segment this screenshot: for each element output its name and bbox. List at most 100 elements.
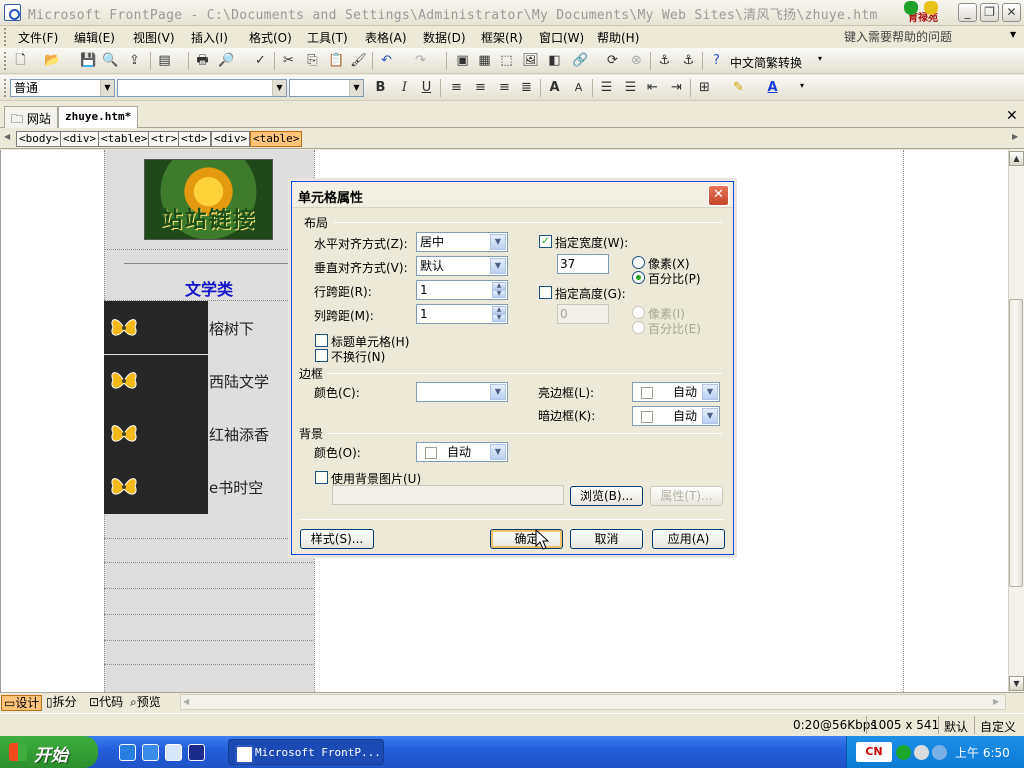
mode-status[interactable]: 默认 bbox=[944, 718, 968, 735]
close-icon[interactable]: ✕ bbox=[1006, 108, 1018, 124]
ime-indicator[interactable]: CN bbox=[856, 742, 892, 762]
halign-select[interactable]: 居中 ▼ bbox=[416, 232, 508, 252]
bold-icon[interactable]: B bbox=[372, 80, 389, 96]
link-eshu[interactable]: e书时空 bbox=[209, 477, 263, 498]
anchor-icon[interactable]: ⚓ bbox=[680, 53, 697, 69]
valign-select[interactable]: 默认 ▼ bbox=[416, 256, 508, 276]
height-input[interactable]: 0 bbox=[557, 304, 609, 324]
font-color-icon[interactable]: A bbox=[764, 80, 781, 96]
rowspan-stepper[interactable]: 1 ▲ ▼ bbox=[416, 280, 508, 300]
tag-td[interactable]: <td> bbox=[178, 131, 211, 147]
menu-help[interactable]: 帮助(H) bbox=[597, 29, 639, 46]
increase-font-icon[interactable]: A bbox=[546, 80, 563, 96]
scrollbar-thumb[interactable] bbox=[1009, 299, 1023, 587]
custom-status[interactable]: 自定义 bbox=[980, 718, 1016, 735]
browse-button[interactable]: 浏览(B)... bbox=[570, 486, 643, 506]
link-rongshuxia[interactable]: 榕树下 bbox=[209, 318, 254, 339]
font-select[interactable]: ▼ bbox=[117, 79, 287, 97]
menu-view[interactable]: 视图(V) bbox=[133, 29, 175, 46]
tag-body[interactable]: <body> bbox=[16, 131, 62, 147]
scroll-down-icon[interactable]: ▼ bbox=[1009, 676, 1024, 691]
anchor-quicklaunch-icon[interactable] bbox=[188, 744, 205, 761]
menu-window[interactable]: 窗口(W) bbox=[539, 29, 584, 46]
publish-icon[interactable]: ⇪ bbox=[126, 53, 143, 69]
preview-icon[interactable]: 🔎 bbox=[218, 53, 235, 69]
tag-div[interactable]: <div> bbox=[60, 131, 100, 147]
scroll-up-icon[interactable]: ▲ bbox=[1009, 151, 1024, 166]
bg-image-path-input[interactable] bbox=[332, 485, 564, 505]
align-center-icon[interactable]: ≡ bbox=[472, 80, 489, 96]
nowrap-checkbox[interactable] bbox=[315, 349, 328, 362]
borders-icon[interactable]: ⊞ bbox=[696, 80, 713, 96]
align-left-icon[interactable]: ≡ bbox=[448, 80, 465, 96]
menu-file[interactable]: 文件(F) bbox=[18, 29, 58, 46]
tag-tr[interactable]: <tr> bbox=[148, 131, 181, 147]
help-dropdown-icon[interactable]: ▼ bbox=[1010, 30, 1016, 39]
width-percent-radio[interactable] bbox=[632, 271, 645, 284]
insert-picture-icon[interactable]: 🖼 bbox=[522, 53, 539, 69]
decrease-indent-icon[interactable]: ⇤ bbox=[644, 80, 661, 96]
hyperlink-icon[interactable]: 🔗 bbox=[572, 53, 589, 69]
ok-button[interactable]: 确定 bbox=[490, 529, 563, 549]
align-right-icon[interactable]: ≡ bbox=[496, 80, 513, 96]
cancel-button[interactable]: 取消 bbox=[570, 529, 643, 549]
light-border-select[interactable]: 自动 ▼ bbox=[632, 382, 720, 402]
volume-icon[interactable] bbox=[914, 745, 929, 760]
redo-icon[interactable]: ↷ bbox=[412, 53, 429, 69]
specify-height-checkbox[interactable] bbox=[539, 286, 552, 299]
open-folder-icon[interactable]: 📂 bbox=[44, 53, 61, 69]
format-painter-icon[interactable]: 🖌 bbox=[350, 53, 367, 69]
menu-table[interactable]: 表格(A) bbox=[365, 29, 407, 46]
menu-insert[interactable]: 插入(I) bbox=[191, 29, 228, 46]
show-all-icon[interactable]: ⚓ bbox=[656, 53, 673, 69]
border-color-select[interactable]: ▼ bbox=[416, 382, 508, 402]
specify-width-checkbox[interactable]: ✓ bbox=[539, 235, 552, 248]
help-question-box[interactable]: 键入需要帮助的问题 bbox=[844, 28, 952, 45]
show-desktop-icon[interactable] bbox=[142, 744, 159, 761]
cut-icon[interactable]: ✂ bbox=[280, 53, 297, 69]
menu-format[interactable]: 格式(O) bbox=[249, 29, 292, 46]
save-icon[interactable]: 💾 bbox=[80, 53, 97, 69]
minimize-button[interactable]: _ bbox=[958, 3, 977, 22]
tag-table[interactable]: <table> bbox=[98, 131, 151, 147]
drawing-icon[interactable]: ◧ bbox=[546, 53, 563, 69]
spin-down-icon[interactable]: ▼ bbox=[492, 290, 506, 298]
spin-up-icon[interactable]: ▲ bbox=[492, 282, 506, 290]
spin-down-icon[interactable]: ▼ bbox=[492, 314, 506, 322]
style-select[interactable]: 普通 ▼ bbox=[10, 79, 115, 97]
tab-zhuye[interactable]: zhuye.htm* bbox=[58, 106, 139, 128]
numbering-icon[interactable]: ☰ bbox=[598, 80, 615, 96]
stop-icon[interactable]: ⊗ bbox=[628, 53, 645, 69]
tag-table-selected[interactable]: <table> bbox=[250, 131, 303, 147]
bullets-icon[interactable]: ☰ bbox=[622, 80, 639, 96]
frontpage-quicklaunch-icon[interactable] bbox=[165, 744, 182, 761]
menu-tools[interactable]: 工具(T) bbox=[307, 29, 348, 46]
dialog-close-button[interactable]: ✕ bbox=[708, 185, 729, 206]
new-page-icon[interactable]: 🗋 bbox=[12, 53, 29, 69]
ie-icon[interactable] bbox=[119, 744, 136, 761]
print-icon[interactable]: 🖶 bbox=[194, 53, 211, 69]
use-bg-image-checkbox[interactable] bbox=[315, 471, 328, 484]
view-preview-tab[interactable]: ⌕预览 bbox=[128, 695, 163, 711]
insert-table-icon[interactable]: ▦ bbox=[476, 53, 493, 69]
menu-grip[interactable] bbox=[4, 28, 8, 46]
insert-layer-icon[interactable]: ⬚ bbox=[498, 53, 515, 69]
menu-edit[interactable]: 编辑(E) bbox=[74, 29, 115, 46]
copy-icon[interactable]: ⎘ bbox=[304, 53, 321, 69]
underline-icon[interactable]: U bbox=[418, 80, 435, 96]
toggle-pane-icon[interactable]: ▤ bbox=[156, 53, 173, 69]
scroll-left-icon[interactable]: ◀ bbox=[183, 697, 189, 706]
justify-icon[interactable]: ≣ bbox=[518, 80, 535, 96]
link-hongxiu[interactable]: 红袖添香 bbox=[209, 424, 269, 445]
height-pixels-radio[interactable] bbox=[632, 306, 645, 319]
chinese-convert-button[interactable]: 中文简繁转换 bbox=[730, 54, 802, 71]
toolbar-grip[interactable] bbox=[4, 52, 8, 70]
dark-border-select[interactable]: 自动 ▼ bbox=[632, 406, 720, 426]
horizontal-scrollbar[interactable]: ◀ ▶ bbox=[180, 694, 1006, 710]
bg-properties-button[interactable]: 属性(T)... bbox=[650, 486, 723, 506]
search-icon[interactable]: 🔍 bbox=[102, 53, 119, 69]
view-design-tab[interactable]: ▭设计 bbox=[1, 695, 43, 711]
view-code-tab[interactable]: ⊡代码 bbox=[87, 695, 125, 711]
italic-icon[interactable]: I bbox=[396, 80, 413, 96]
menu-frames[interactable]: 框架(R) bbox=[481, 29, 523, 46]
